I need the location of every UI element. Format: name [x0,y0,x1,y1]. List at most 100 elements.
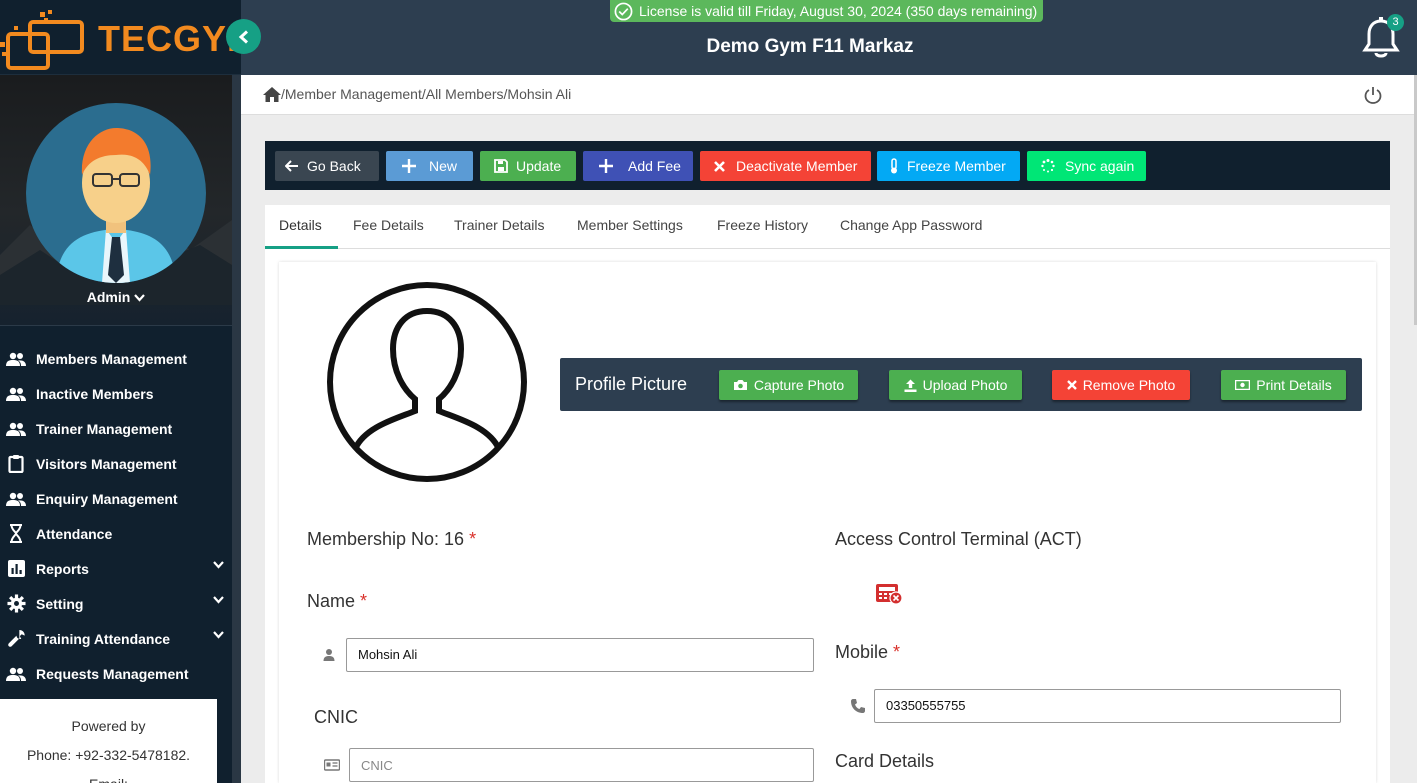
sync-again-button[interactable]: Sync again [1027,151,1146,181]
plus-icon [402,159,416,173]
chevron-down-icon [213,631,224,639]
check-circle-icon [614,2,633,20]
users-icon [6,419,26,439]
sidebar-item-members-management[interactable]: Members Management [0,341,232,376]
mobile-label-text: Mobile [835,642,889,662]
chevron-down-icon [134,294,146,302]
deactivate-member-button[interactable]: Deactivate Member [700,151,871,181]
required-marker: * [360,591,368,611]
capture-photo-label: Capture Photo [753,377,845,393]
user-icon [323,649,335,661]
action-toolbar: Go Back New Update Add Fee Deactivate Me… [265,141,1390,190]
sidebar-item-label: Trainer Management [36,420,173,437]
chevron-down-icon [213,561,224,569]
top-header: License is valid till Friday, August 30,… [241,0,1417,75]
avatar[interactable] [26,103,206,283]
profile-picture-title: Profile Picture [575,374,688,394]
breadcrumb-all-members[interactable]: All Members [426,86,504,102]
gear-icon [6,594,26,614]
remove-photo-label: Remove Photo [1082,377,1176,393]
money-bill-icon [1235,380,1251,390]
sidebar: TECGYM Admin Members Management Inactive… [0,0,241,783]
chevron-down-icon [213,596,224,604]
name-label-text: Name [307,591,356,611]
users-icon [6,384,26,404]
tab-details[interactable]: Details [279,217,322,233]
notification-badge: 3 [1387,14,1404,31]
sidebar-item-inactive-members[interactable]: Inactive Members [0,376,232,411]
mobile-input[interactable]: 03350555755 [874,689,1341,723]
gym-name: Demo Gym F11 Markaz [706,36,914,57]
go-back-button[interactable]: Go Back [275,151,379,181]
sidebar-item-label: Visitors Management [36,455,177,472]
thermometer-icon [891,158,897,174]
name-label: Name * [307,591,367,612]
powered-by: Powered by [71,718,146,734]
sidebar-item-attendance[interactable]: Attendance [0,516,232,551]
logo-text: TECGYM [98,18,241,59]
id-card-icon [324,759,340,771]
required-marker: * [469,529,477,549]
bar-chart-icon [6,559,26,579]
logo-bar: TECGYM [0,0,241,75]
sidebar-item-trainer-management[interactable]: Trainer Management [0,411,232,446]
sidebar-item-visitors-management[interactable]: Visitors Management [0,446,232,481]
camera-icon [733,380,747,390]
wrench-icon [6,629,26,649]
support-email: Email: [0,770,217,783]
new-label: New [429,158,458,174]
remove-photo-button[interactable]: Remove Photo [1052,370,1190,400]
sidebar-item-label: Enquiry Management [36,490,178,507]
act-label: Access Control Terminal (ACT) [835,529,1082,549]
sidebar-item-enquiry-management[interactable]: Enquiry Management [0,481,232,516]
name-input[interactable]: Mohsin Ali [346,638,814,672]
plus-icon [599,159,613,173]
deactivate-member-label: Deactivate Member [736,158,858,174]
breadcrumb: / Member Management / All Members / Mohs… [263,86,571,102]
freeze-member-label: Freeze Member [907,158,1006,174]
cnic-label: CNIC [314,707,358,727]
chevron-left-icon [238,29,248,44]
sidebar-item-label: Members Management [36,350,187,367]
tab-member-settings[interactable]: Member Settings [577,217,683,233]
sync-again-label: Sync again [1065,158,1135,174]
tab-freeze-history[interactable]: Freeze History [717,217,808,233]
sidebar-item-requests-management[interactable]: Requests Management [0,656,232,691]
spinner-icon [1041,159,1055,173]
sidebar-collapse-button[interactable] [226,19,261,54]
breadcrumb-current-member: Mohsin Ali [507,86,572,102]
tab-trainer-details[interactable]: Trainer Details [454,217,545,233]
sidebar-item-reports[interactable]: Reports [0,551,232,586]
terminal-disconnected-icon[interactable] [875,583,903,605]
tab-fee-details[interactable]: Fee Details [353,217,424,233]
tecgym-logo-icon [0,10,84,70]
add-fee-button[interactable]: Add Fee [583,151,693,181]
capture-photo-button[interactable]: Capture Photo [719,370,858,400]
power-icon[interactable] [1364,86,1382,104]
new-button[interactable]: New [386,151,473,181]
home-icon[interactable] [263,86,281,102]
update-button[interactable]: Update [480,151,576,181]
sidebar-item-setting[interactable]: Setting [0,586,232,621]
sidebar-item-label: Reports [36,560,89,577]
users-icon [6,664,26,684]
sidebar-item-training-attendance[interactable]: Training Attendance [0,621,232,656]
cnic-input[interactable] [349,748,814,782]
sidebar-item-label: Requests Management [36,665,189,682]
hourglass-icon [6,524,26,544]
user-menu[interactable]: Admin [0,289,232,305]
breadcrumb-bar: / Member Management / All Members / Mohs… [241,75,1414,115]
sidebar-item-label: Setting [36,595,84,612]
tab-change-app-password[interactable]: Change App Password [840,217,982,233]
print-details-button[interactable]: Print Details [1221,370,1346,400]
card-details-label: Card Details [835,751,935,771]
upload-photo-button[interactable]: Upload Photo [889,370,1022,400]
arrow-left-icon [285,160,298,172]
freeze-member-button[interactable]: Freeze Member [877,151,1020,181]
phone-icon [851,699,865,713]
upload-icon [904,379,917,392]
user-name: Admin [86,289,131,305]
license-badge: License is valid till Friday, August 30,… [610,0,1044,22]
membership-number-text: Membership No: 16 [307,529,465,549]
breadcrumb-member-management[interactable]: Member Management [285,86,422,102]
